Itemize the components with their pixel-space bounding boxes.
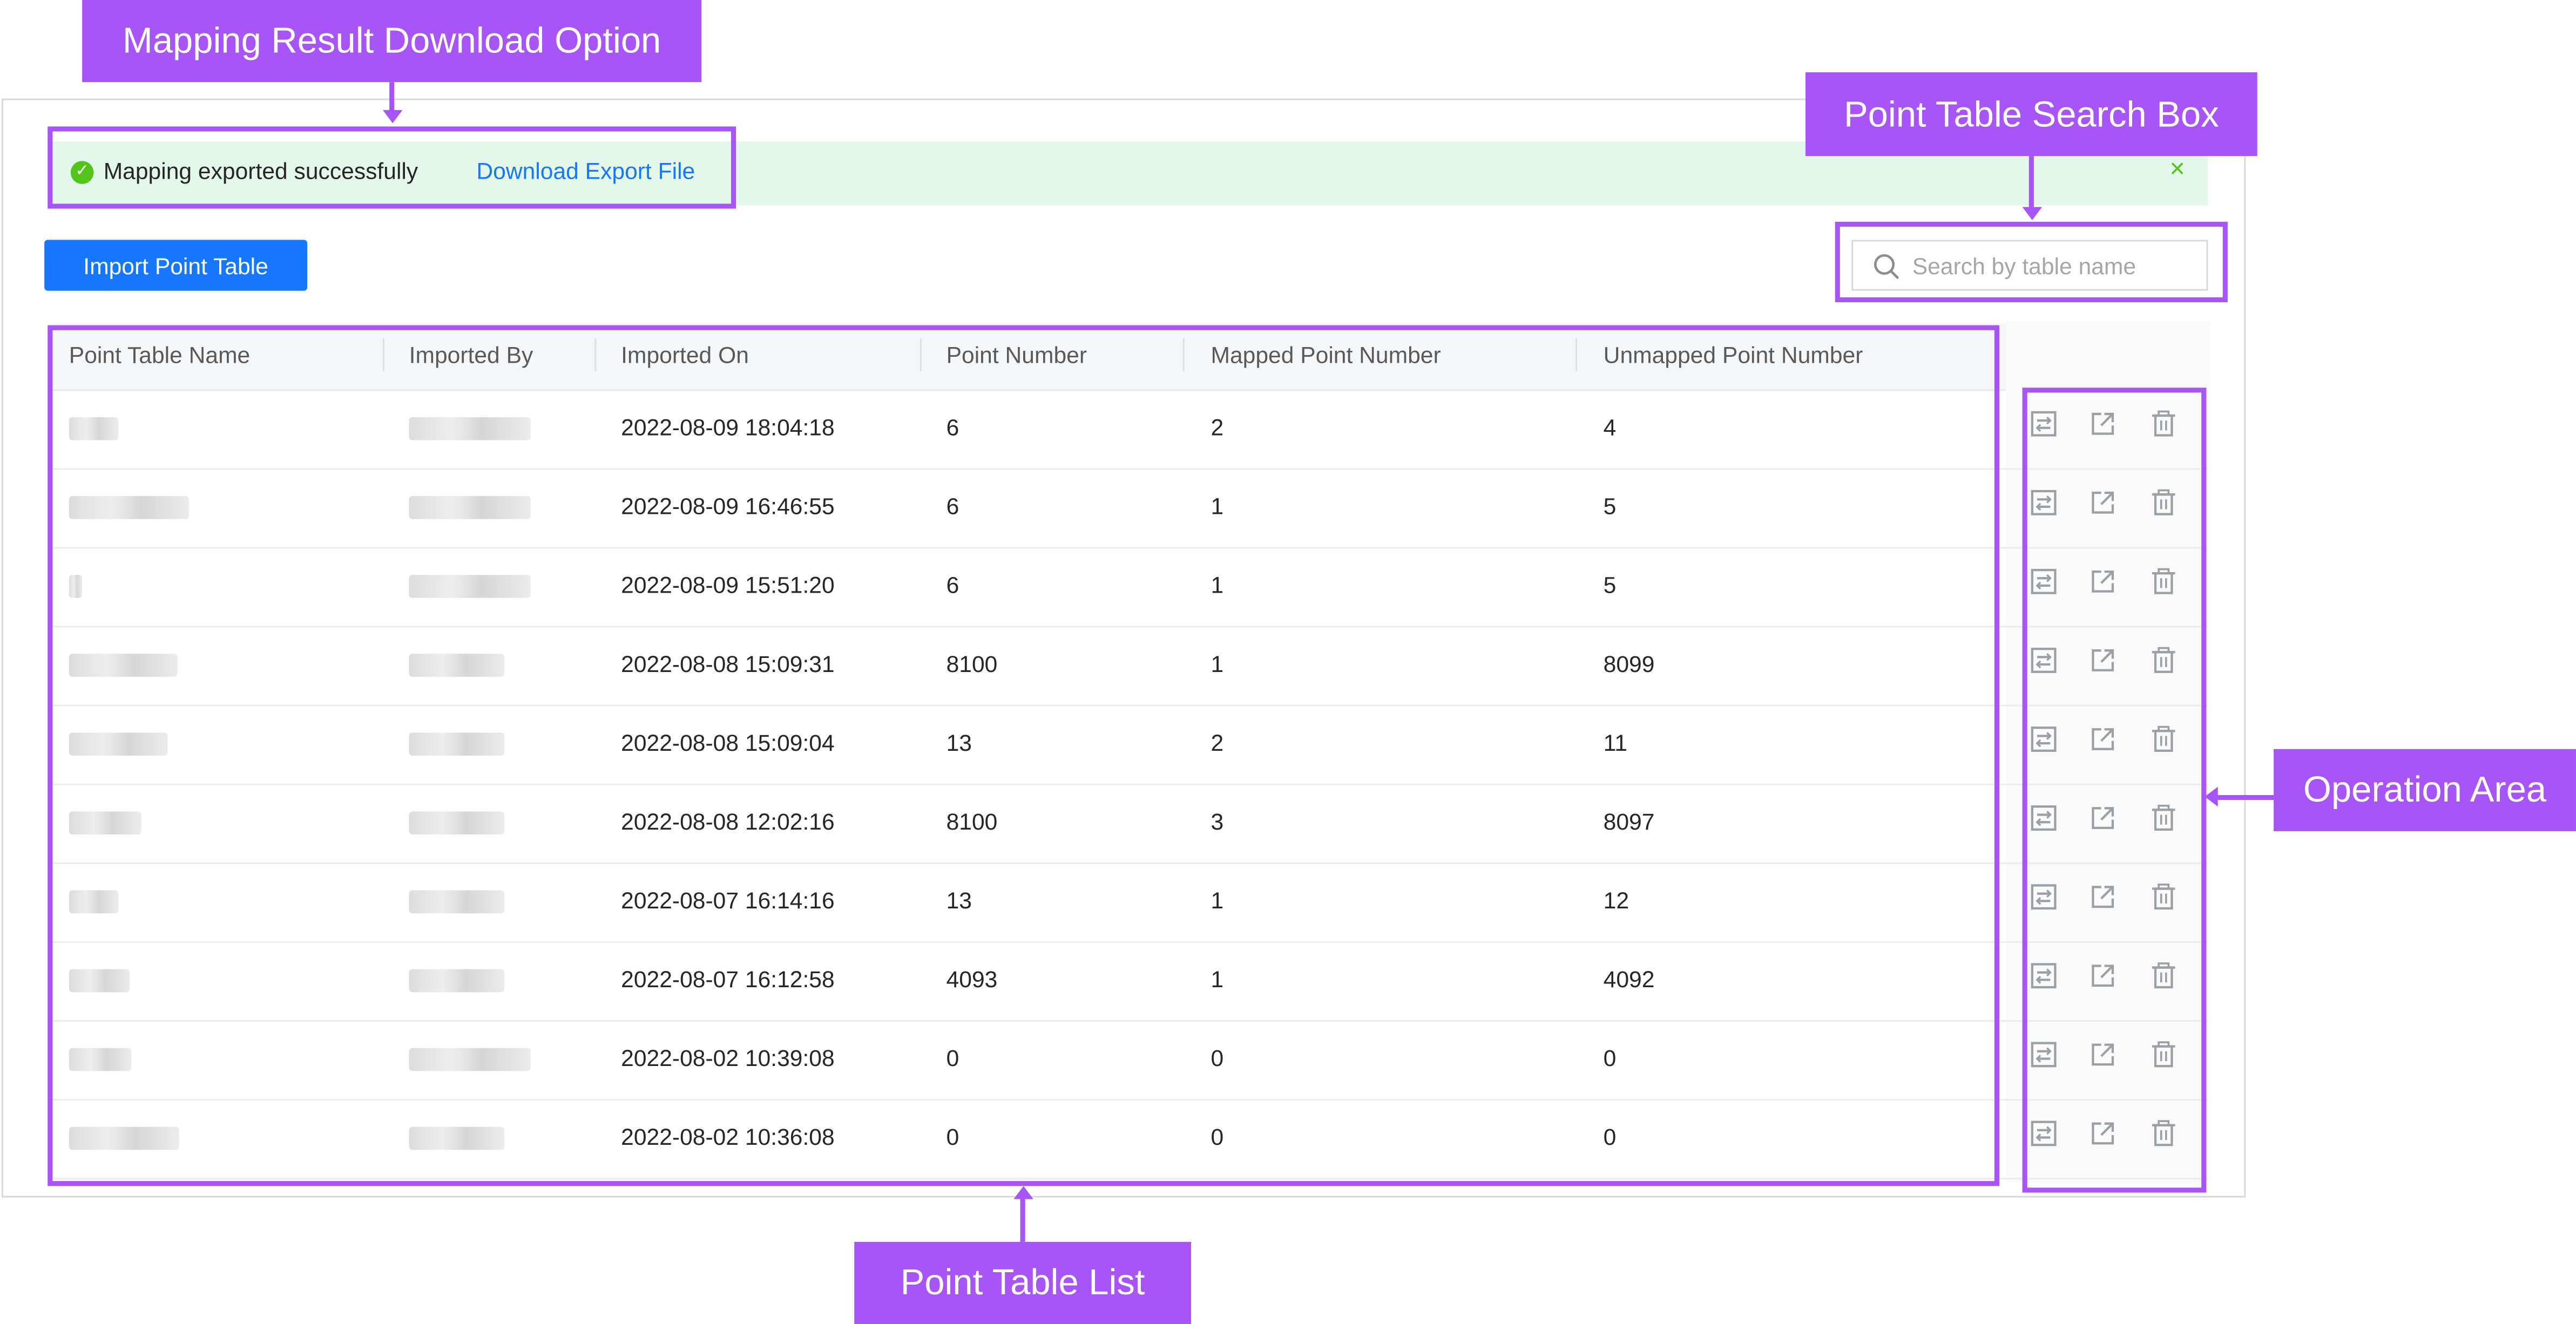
annotation-box-list [48,325,1999,1186]
annotation-label-download: Mapping Result Download Option [82,0,702,83]
annotation-box-download [48,126,736,209]
annotation-label-operation: Operation Area [2274,749,2576,831]
annotation-arrow [1020,1197,1025,1242]
annotation-arrow [389,82,395,112]
annotation-arrowhead [382,110,403,124]
annotation-box-search [1835,221,2228,302]
stage: ✓ Mapping exported successfully Download… [0,0,2576,1324]
import-point-table-button[interactable]: Import Point Table [44,240,307,291]
annotation-label-list: Point Table List [854,1241,1191,1324]
annotation-arrow [2216,795,2274,800]
annotation-box-operation [2022,388,2207,1193]
annotation-arrowhead [2022,207,2043,220]
close-icon[interactable]: × [2169,154,2185,187]
annotation-label-search: Point Table Search Box [1805,72,2257,157]
annotation-arrow [2029,156,2034,207]
